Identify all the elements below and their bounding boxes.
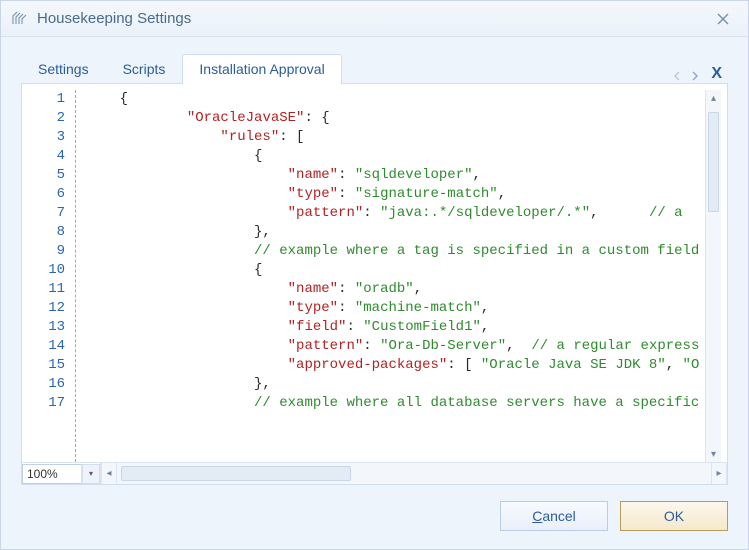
code-area[interactable]: { "OracleJavaSE": { "rules": [ { "name":… xyxy=(76,90,705,462)
tab-scripts[interactable]: Scripts xyxy=(106,54,183,84)
scroll-right-icon[interactable]: ▸ xyxy=(711,463,727,484)
horizontal-scrollbar[interactable]: ◂ ▸ xyxy=(101,463,727,484)
code-line: "pattern": "java:.*/sqldeveloper/.*", //… xyxy=(86,204,705,223)
window-title: Housekeeping Settings xyxy=(37,10,191,27)
tab-installation-approval[interactable]: Installation Approval xyxy=(182,54,341,84)
scroll-down-icon[interactable]: ▾ xyxy=(706,446,721,462)
scroll-left-icon[interactable]: ◂ xyxy=(101,463,117,484)
tab-close-button[interactable]: X xyxy=(705,65,728,83)
code-line: { xyxy=(86,261,705,280)
code-line: "name": "sqldeveloper", xyxy=(86,166,705,185)
tabstrip-right-controls: X xyxy=(673,65,728,83)
tab-scroll-right-icon[interactable] xyxy=(689,69,699,79)
code-line: // example where all database servers ha… xyxy=(86,394,705,413)
code-line: "name": "oradb", xyxy=(86,280,705,299)
code-line: }, xyxy=(86,375,705,394)
editor-wrap: 1234567891011121314151617 { "OracleJavaS… xyxy=(22,84,727,462)
cancel-button[interactable]: Cancel xyxy=(500,501,608,531)
code-line: "type": "machine-match", xyxy=(86,299,705,318)
editor-panel: 1234567891011121314151617 { "OracleJavaS… xyxy=(21,83,728,485)
horizontal-scroll-track[interactable] xyxy=(117,463,711,484)
dialog-buttons: Cancel OK xyxy=(21,485,728,531)
code-line: "approved-packages": [ "Oracle Java SE J… xyxy=(86,356,705,375)
line-number-gutter: 1234567891011121314151617 xyxy=(28,90,76,462)
code-line: "rules": [ xyxy=(86,128,705,147)
code-line: { xyxy=(86,147,705,166)
code-line: }, xyxy=(86,223,705,242)
window-close-button[interactable] xyxy=(708,4,738,34)
code-line: { xyxy=(86,90,705,109)
tab-scroll-left-icon[interactable] xyxy=(673,69,683,79)
zoom-control: ▾ xyxy=(22,463,101,484)
tab-settings[interactable]: Settings xyxy=(21,54,106,84)
app-icon xyxy=(11,10,29,28)
code-line: "pattern": "Ora-Db-Server", // a regular… xyxy=(86,337,705,356)
zoom-dropdown-button[interactable]: ▾ xyxy=(82,464,100,484)
editor-bottombar: ▾ ◂ ▸ xyxy=(22,462,727,484)
client-area: Settings Scripts Installation Approval X… xyxy=(1,37,748,549)
code-editor[interactable]: 1234567891011121314151617 { "OracleJavaS… xyxy=(28,90,705,462)
titlebar: Housekeeping Settings xyxy=(1,1,748,37)
code-line: "field": "CustomField1", xyxy=(86,318,705,337)
code-line: // example where a tag is specified in a… xyxy=(86,242,705,261)
tabstrip: Settings Scripts Installation Approval X xyxy=(21,51,728,83)
zoom-input[interactable] xyxy=(22,464,82,484)
scroll-up-icon[interactable]: ▴ xyxy=(706,90,721,106)
vertical-scrollbar[interactable]: ▴ ▾ xyxy=(705,90,721,462)
code-line: "OracleJavaSE": { xyxy=(86,109,705,128)
ok-button[interactable]: OK xyxy=(620,501,728,531)
vertical-scroll-thumb[interactable] xyxy=(708,112,719,212)
horizontal-scroll-thumb[interactable] xyxy=(121,466,351,481)
code-line: "type": "signature-match", xyxy=(86,185,705,204)
